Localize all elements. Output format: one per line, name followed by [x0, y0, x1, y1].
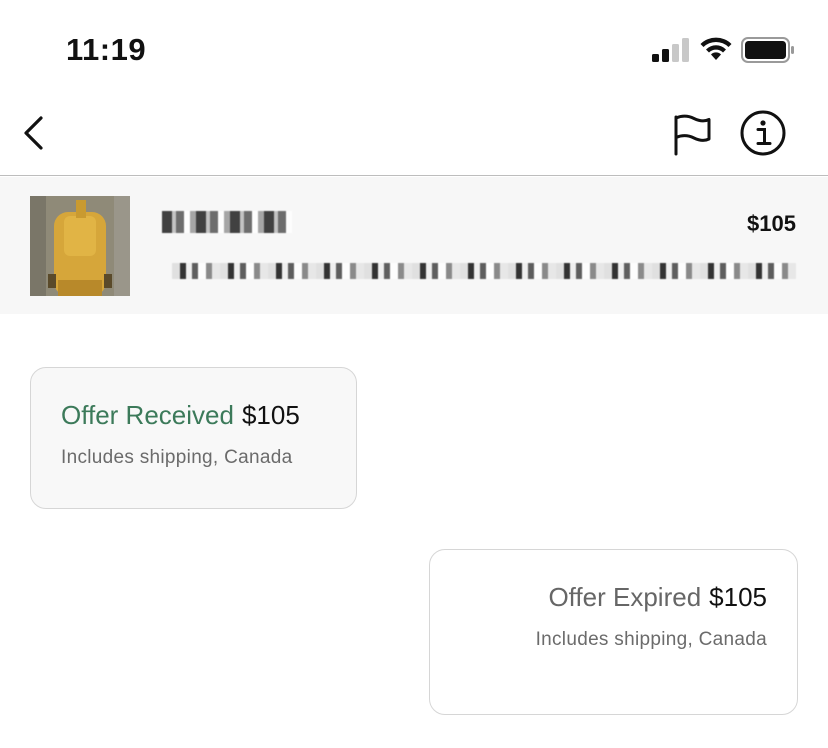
- listing-title-redacted: [162, 211, 292, 233]
- status-time: 11:19: [66, 32, 147, 67]
- back-chevron-icon[interactable]: [14, 112, 56, 154]
- offer-line: Offer Received $105: [61, 400, 300, 431]
- offer-shipping-note: Includes shipping, Canada: [61, 447, 293, 468]
- offer-status: Offer Received: [61, 400, 234, 430]
- offer-shipping-note: Includes shipping, Canada: [535, 629, 767, 650]
- offer-amount: $105: [241, 400, 300, 430]
- cellular-signal-icon: [652, 38, 689, 62]
- navigation-bar: [0, 96, 828, 176]
- offer-amount: $105: [709, 582, 767, 612]
- conversation-screen: 11:19 $105 Offer Received $105 Includes …: [0, 0, 828, 748]
- battery-icon: [741, 37, 794, 63]
- listing-description-redacted: [172, 263, 796, 279]
- info-icon[interactable]: [738, 108, 788, 158]
- wifi-icon: [700, 37, 732, 60]
- offer-status: Offer Expired: [548, 582, 702, 612]
- listing-thumbnail[interactable]: [30, 196, 130, 296]
- offer-line: Offer Expired $105: [548, 582, 767, 613]
- backpack-image: [30, 196, 130, 296]
- flag-icon[interactable]: [668, 112, 714, 156]
- offer-received-message[interactable]: Offer Received $105 Includes shipping, Ca…: [30, 367, 357, 509]
- listing-price: $105: [747, 211, 796, 236]
- status-bar: 11:19: [0, 0, 828, 96]
- offer-expired-message[interactable]: Offer Expired $105 Includes shipping, Can…: [429, 549, 798, 715]
- listing-header[interactable]: $105: [0, 177, 828, 314]
